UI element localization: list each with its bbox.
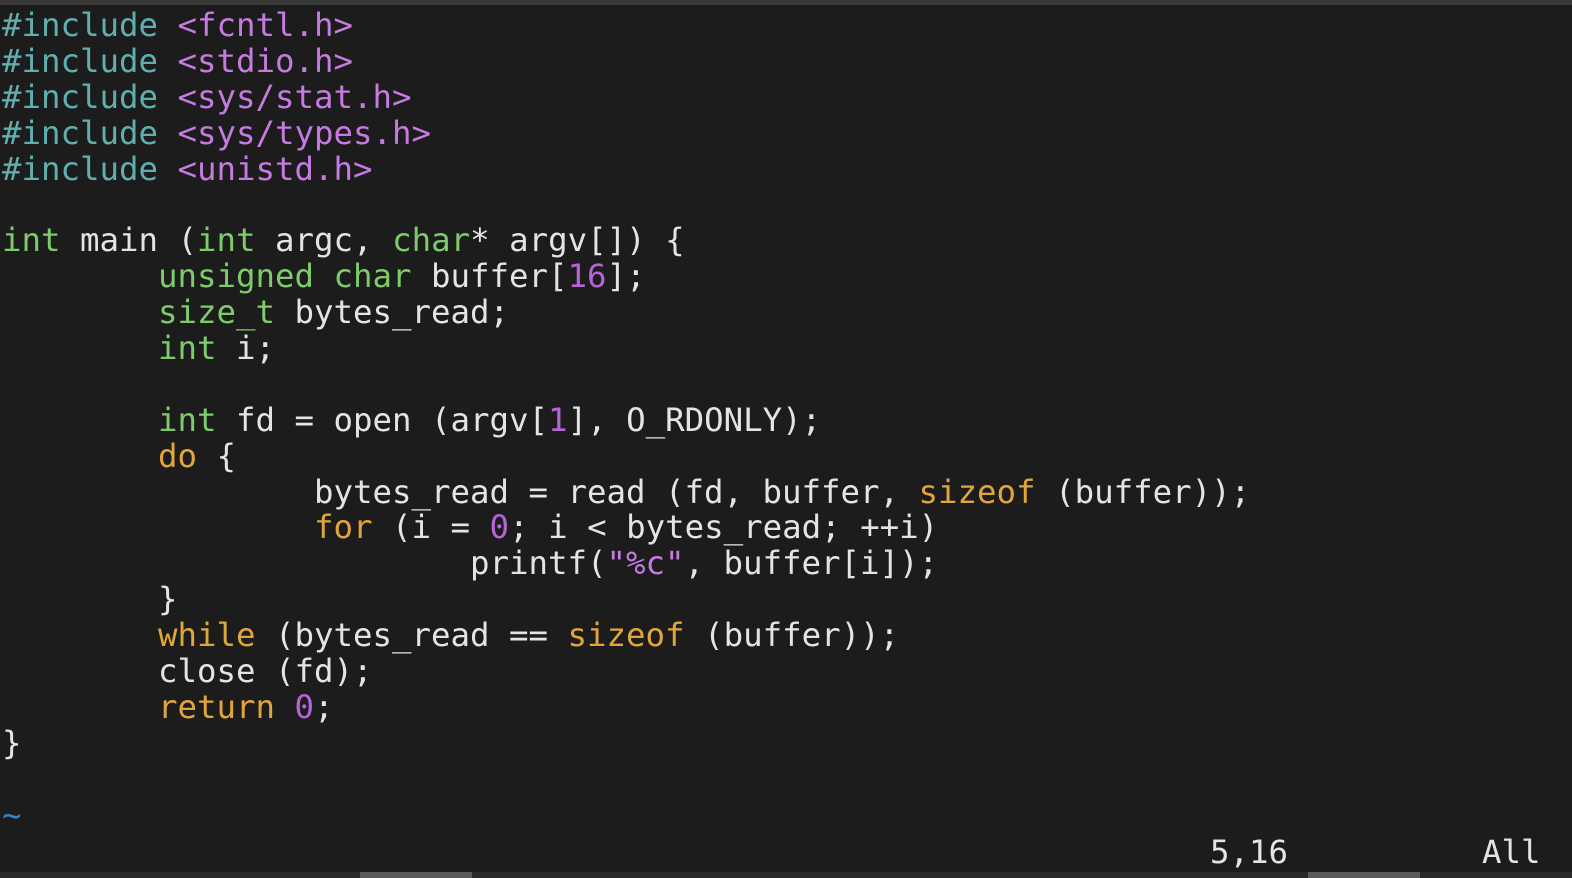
code-line[interactable]: bytes_read = read (fd, buffer, sizeof (b… xyxy=(2,472,1562,511)
editor-buffer[interactable]: #include <fcntl.h> #include <stdio.h> #inc… xyxy=(2,6,1562,834)
code-token: } xyxy=(2,580,178,619)
vim-status-line: "readfile.c" 22L, 422B 5,16 All xyxy=(2,833,1562,878)
code-line[interactable]: } xyxy=(2,580,1562,619)
code-line[interactable]: int main (int argc, char* argv[]) { xyxy=(2,221,1562,260)
code-token: while xyxy=(158,616,256,655)
vim-terminal-window[interactable]: #include <fcntl.h> #include <stdio.h> #inc… xyxy=(0,0,1572,878)
code-token: ~ xyxy=(2,795,22,834)
code-line[interactable]: #include <stdio.h> xyxy=(2,41,1562,80)
code-token: (i = xyxy=(372,508,490,547)
code-line[interactable]: } xyxy=(2,723,1562,762)
code-token: #include xyxy=(2,6,178,44)
code-token: "%c" xyxy=(606,544,685,583)
code-line[interactable]: int fd = open (argv[1], O_RDONLY); xyxy=(2,400,1562,439)
code-token: for xyxy=(314,508,373,547)
code-line[interactable]: int i; xyxy=(2,329,1562,368)
window-top-border xyxy=(0,0,1572,5)
code-token: int xyxy=(197,221,256,260)
code-line[interactable]: #include <sys/stat.h> xyxy=(2,77,1562,116)
code-line[interactable]: #include <fcntl.h> xyxy=(2,6,1562,44)
code-token: int xyxy=(158,400,217,439)
code-token: (buffer)); xyxy=(1035,472,1251,511)
code-line[interactable]: return 0; xyxy=(2,687,1562,726)
code-token: close (fd); xyxy=(2,652,373,691)
scrollbar-thumb[interactable] xyxy=(1308,872,1420,878)
code-token: (buffer)); xyxy=(684,616,900,655)
code-line[interactable]: #include <sys/types.h> xyxy=(2,113,1562,152)
code-line[interactable]: while (bytes_read == sizeof (buffer)); xyxy=(2,616,1562,655)
code-token: bytes_read = read (fd, buffer, xyxy=(2,472,919,511)
code-token: i; xyxy=(216,329,276,368)
code-token: buffer[ xyxy=(411,257,568,296)
code-token: #include xyxy=(2,113,178,152)
code-token: #include xyxy=(2,149,178,188)
code-token: size_t xyxy=(158,293,276,332)
code-token: { xyxy=(197,436,237,475)
bottom-scrollbar[interactable] xyxy=(0,872,1572,878)
code-token: <sys/stat.h> xyxy=(177,77,412,116)
code-token: <unistd.h> xyxy=(177,149,373,188)
code-token: printf( xyxy=(2,544,607,583)
code-token: argc, xyxy=(255,221,393,260)
code-token: 0 xyxy=(489,508,510,547)
code-line[interactable] xyxy=(2,367,1562,403)
code-token: ; i < bytes_read; ++i) xyxy=(509,508,939,547)
code-line[interactable]: unsigned char buffer[16]; xyxy=(2,257,1562,296)
empty-line-tilde[interactable]: ~ xyxy=(2,795,1562,834)
code-token: ]; xyxy=(606,257,646,296)
code-token: unsigned char xyxy=(158,257,412,296)
code-token: do xyxy=(158,436,198,475)
code-token: <sys/types.h> xyxy=(177,113,432,152)
code-line[interactable] xyxy=(2,762,1562,798)
code-token: (bytes_read == xyxy=(255,616,568,655)
code-token: return xyxy=(158,687,276,726)
code-token: , buffer[i]); xyxy=(684,544,939,583)
scrollbar-thumb[interactable] xyxy=(360,872,472,878)
code-token: 1 xyxy=(548,400,568,439)
code-token: sizeof xyxy=(918,472,1036,511)
code-line[interactable]: #include <unistd.h> xyxy=(2,149,1562,188)
code-token: 16 xyxy=(567,257,607,296)
cursor-position: 5,16 xyxy=(1210,833,1289,871)
code-token: int xyxy=(2,221,61,260)
code-line[interactable]: for (i = 0; i < bytes_read; ++i) xyxy=(2,510,1562,546)
code-token: <stdio.h> xyxy=(177,41,354,80)
scroll-indicator: All xyxy=(1482,833,1541,871)
code-token: ; xyxy=(314,687,334,726)
code-token: #include xyxy=(2,41,178,80)
code-token: ], O_RDONLY); xyxy=(567,400,822,439)
code-token: char xyxy=(392,221,471,260)
code-token: bytes_read; xyxy=(275,293,510,332)
code-line[interactable]: size_t bytes_read; xyxy=(2,293,1562,332)
code-line[interactable]: close (fd); xyxy=(2,652,1562,691)
code-token: sizeof xyxy=(567,616,685,655)
code-token: } xyxy=(2,723,22,762)
code-token: #include xyxy=(2,77,178,116)
code-token: <fcntl.h> xyxy=(177,6,354,44)
code-line[interactable]: do { xyxy=(2,436,1562,475)
code-token: main ( xyxy=(60,221,198,260)
code-line[interactable] xyxy=(2,187,1562,223)
code-token: * argv[]) { xyxy=(470,221,685,260)
code-token: 0 xyxy=(294,687,315,726)
code-token: fd = open (argv[ xyxy=(216,400,549,439)
code-line[interactable]: printf("%c", buffer[i]); xyxy=(2,544,1562,583)
code-token: int xyxy=(158,329,217,368)
